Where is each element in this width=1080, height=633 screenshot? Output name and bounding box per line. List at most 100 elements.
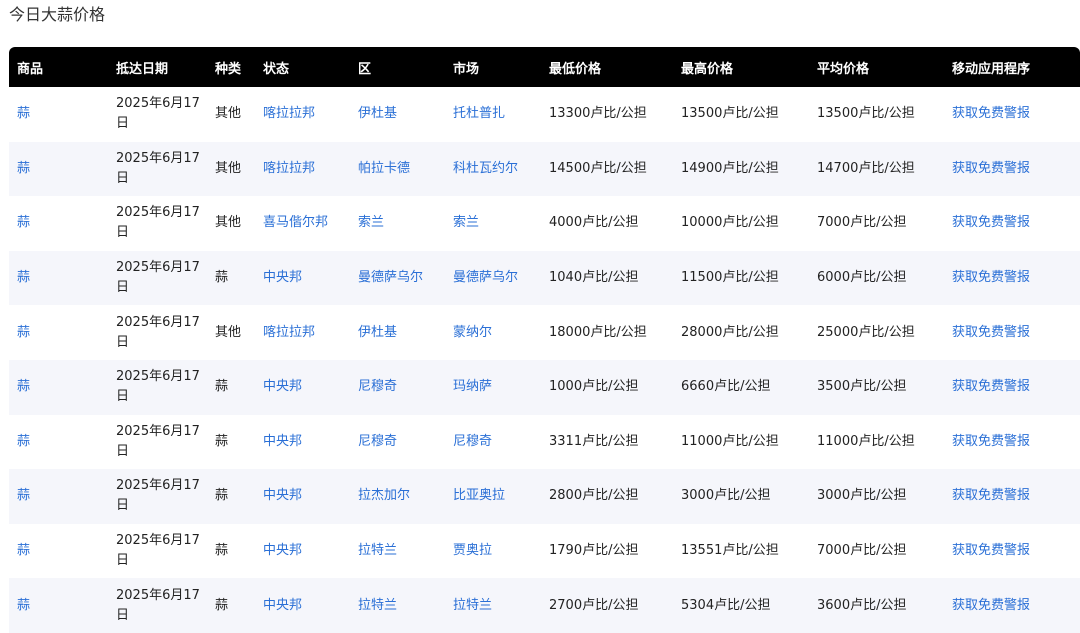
avg-price: 7000卢比/公担 xyxy=(817,215,907,231)
max-price: 10000卢比/公担 xyxy=(681,215,779,231)
arrival-date: 2025年6月17日 xyxy=(116,205,200,241)
commodity-link[interactable]: 蒜 xyxy=(17,488,30,503)
cell-avg: 3500卢比/公担 xyxy=(809,360,944,415)
get-free-alerts-link[interactable]: 获取免费警报 xyxy=(952,215,1030,230)
commodity-link[interactable]: 蒜 xyxy=(17,379,30,394)
commodity-link[interactable]: 蒜 xyxy=(17,598,30,613)
market-link[interactable]: 尼穆奇 xyxy=(453,434,492,449)
cell-avg: 7000卢比/公担 xyxy=(809,196,944,251)
cell-state: 中央邦 xyxy=(255,524,350,579)
state-link[interactable]: 中央邦 xyxy=(263,379,302,394)
commodity-link[interactable]: 蒜 xyxy=(17,543,30,558)
commodity-link[interactable]: 蒜 xyxy=(17,215,30,230)
cell-app: 获取免费警报 xyxy=(944,578,1080,633)
cell-market: 拉特兰 xyxy=(445,578,541,633)
market-link[interactable]: 托杜普扎 xyxy=(453,106,505,121)
cell-commodity: 蒜 xyxy=(9,469,108,524)
district-link[interactable]: 帕拉卡德 xyxy=(358,161,410,176)
commodity-link[interactable]: 蒜 xyxy=(17,161,30,176)
header-mobile-app: 移动应用程序 xyxy=(952,61,1031,77)
cell-market: 比亚奥拉 xyxy=(445,469,541,524)
state-link[interactable]: 中央邦 xyxy=(263,598,302,613)
cell-app: 获取免费警报 xyxy=(944,251,1080,306)
header-variety: 种类 xyxy=(215,61,242,77)
district-link[interactable]: 拉特兰 xyxy=(358,543,397,558)
district-link[interactable]: 伊杜基 xyxy=(358,325,397,340)
state-link[interactable]: 喀拉拉邦 xyxy=(263,106,315,121)
cell-variety: 蒜 xyxy=(207,415,255,470)
cell-min: 18000卢比/公担 xyxy=(541,305,673,360)
cell-max: 13551卢比/公担 xyxy=(673,524,809,579)
table-row: 蒜 2025年6月17日蒜中央邦 拉特兰 贾奥拉 1790卢比/公担 13551卢比/公担… xyxy=(9,524,1080,579)
cell-market: 托杜普扎 xyxy=(445,87,541,142)
market-link[interactable]: 科杜瓦约尔 xyxy=(453,161,518,176)
cell-commodity: 蒜 xyxy=(9,305,108,360)
get-free-alerts-link[interactable]: 获取免费警报 xyxy=(952,598,1030,613)
district-link[interactable]: 索兰 xyxy=(358,215,384,230)
commodity-link[interactable]: 蒜 xyxy=(17,325,30,340)
cell-min: 2700卢比/公担 xyxy=(541,578,673,633)
max-price: 3000卢比/公担 xyxy=(681,488,771,504)
state-link[interactable]: 中央邦 xyxy=(263,434,302,449)
max-price: 5304卢比/公担 xyxy=(681,597,771,613)
market-link[interactable]: 曼德萨乌尔 xyxy=(453,270,518,285)
district-link[interactable]: 拉杰加尔 xyxy=(358,488,410,503)
market-link[interactable]: 蒙纳尔 xyxy=(453,325,492,340)
state-link[interactable]: 喀拉拉邦 xyxy=(263,325,315,340)
avg-price: 6000卢比/公担 xyxy=(817,270,907,286)
min-price: 14500卢比/公担 xyxy=(549,160,647,176)
get-free-alerts-link[interactable]: 获取免费警报 xyxy=(952,543,1030,558)
get-free-alerts-link[interactable]: 获取免费警报 xyxy=(952,379,1030,394)
cell-date: 2025年6月17日 xyxy=(108,251,207,306)
variety: 蒜 xyxy=(215,433,229,449)
min-price: 3311卢比/公担 xyxy=(549,433,639,449)
cell-avg: 3600卢比/公担 xyxy=(809,578,944,633)
district-link[interactable]: 尼穆奇 xyxy=(358,434,397,449)
arrival-date: 2025年6月17日 xyxy=(116,533,200,569)
cell-avg: 7000卢比/公担 xyxy=(809,524,944,579)
cell-app: 获取免费警报 xyxy=(944,415,1080,470)
commodity-link[interactable]: 蒜 xyxy=(17,106,30,121)
variety: 其他 xyxy=(215,160,242,176)
state-link[interactable]: 中央邦 xyxy=(263,488,302,503)
get-free-alerts-link[interactable]: 获取免费警报 xyxy=(952,161,1030,176)
table-row: 蒜 2025年6月17日 其他 喜马偕尔邦 索兰 索兰 4000卢比/公担 10000卢比/公… xyxy=(9,196,1080,251)
market-link[interactable]: 玛纳萨 xyxy=(453,379,492,394)
cell-min: 2800卢比/公担 xyxy=(541,469,673,524)
state-link[interactable]: 喜马偕尔邦 xyxy=(263,215,328,230)
get-free-alerts-link[interactable]: 获取免费警报 xyxy=(952,434,1030,449)
market-link[interactable]: 贾奥拉 xyxy=(453,543,492,558)
market-link[interactable]: 索兰 xyxy=(453,215,479,230)
state-link[interactable]: 中央邦 xyxy=(263,543,302,558)
arrival-date: 2025年6月17日 xyxy=(116,478,200,514)
get-free-alerts-link[interactable]: 获取免费警报 xyxy=(952,106,1030,121)
table-row: 蒜 2025年6月17日 其他 喀拉拉邦 伊杜基 托杜普扎 13300卢比/公担 13500卢… xyxy=(9,87,1080,142)
district-link[interactable]: 拉特兰 xyxy=(358,598,397,613)
header-commodity: 商品 xyxy=(17,61,44,77)
page-title: 今日大蒜价格 xyxy=(9,5,106,24)
arrival-date: 2025年6月17日 xyxy=(116,314,200,350)
get-free-alerts-link[interactable]: 获取免费警报 xyxy=(952,488,1030,503)
cell-date: 2025年6月17日 xyxy=(108,360,207,415)
get-free-alerts-link[interactable]: 获取免费警报 xyxy=(952,270,1030,285)
cell-market: 科杜瓦约尔 xyxy=(445,142,541,197)
district-link[interactable]: 伊杜基 xyxy=(358,106,397,121)
cell-app: 获取免费警报 xyxy=(944,196,1080,251)
state-link[interactable]: 喀拉拉邦 xyxy=(263,161,315,176)
cell-commodity: 蒜 xyxy=(9,415,108,470)
state-link[interactable]: 中央邦 xyxy=(263,270,302,285)
cell-app: 获取免费警报 xyxy=(944,142,1080,197)
cell-date: 2025年6月17日 xyxy=(108,524,207,579)
cell-max: 14900卢比/公担 xyxy=(673,142,809,197)
cell-district: 尼穆奇 xyxy=(350,415,445,470)
commodity-link[interactable]: 蒜 xyxy=(17,434,30,449)
market-link[interactable]: 拉特兰 xyxy=(453,598,492,613)
get-free-alerts-link[interactable]: 获取免费警报 xyxy=(952,325,1030,340)
market-link[interactable]: 比亚奥拉 xyxy=(453,488,505,503)
district-link[interactable]: 尼穆奇 xyxy=(358,379,397,394)
district-link[interactable]: 曼德萨乌尔 xyxy=(358,270,423,285)
cell-state: 喜马偕尔邦 xyxy=(255,196,350,251)
commodity-link[interactable]: 蒜 xyxy=(17,270,30,285)
cell-max: 5304卢比/公担 xyxy=(673,578,809,633)
cell-district: 尼穆奇 xyxy=(350,360,445,415)
